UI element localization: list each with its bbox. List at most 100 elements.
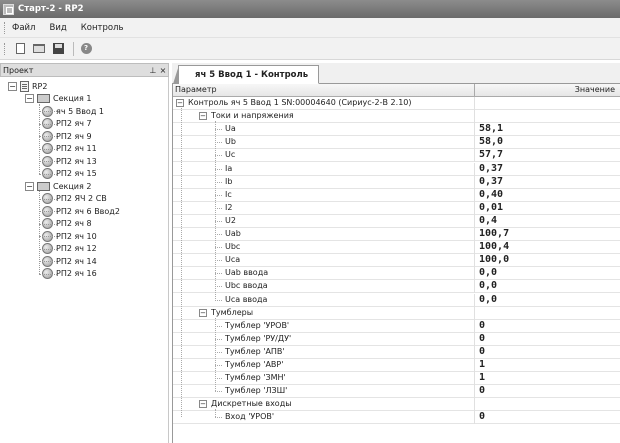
parameter-row[interactable]: Ub 58,0 (173, 136, 620, 150)
parameter-row[interactable]: Ia 0,37 (173, 162, 620, 176)
save-button[interactable] (50, 41, 66, 57)
menu-file[interactable]: Файл (12, 23, 35, 33)
open-button[interactable] (31, 41, 47, 57)
help-icon: ? (80, 43, 92, 54)
tree-connector (215, 168, 222, 170)
toolbar-grip (4, 42, 6, 55)
parameter-name: Тумблер 'УРОВ' (225, 320, 290, 330)
tree-connector (39, 236, 57, 237)
collapse-toggle[interactable]: − (176, 99, 184, 107)
tree-connector (215, 181, 222, 183)
tree-connector (39, 191, 40, 274)
tree-section[interactable]: − Секция 1 (25, 93, 91, 105)
group-row[interactable]: − Дискретные входы (173, 398, 620, 412)
tree-connector (39, 136, 57, 137)
collapse-toggle[interactable]: − (25, 181, 34, 191)
column-divider (474, 280, 475, 294)
parameter-row[interactable]: U2 0,4 (173, 214, 620, 228)
collapse-toggle[interactable]: − (199, 112, 207, 121)
group-row[interactable]: − Тумблеры (173, 306, 620, 320)
menu-bar: Файл Вид Контроль (0, 18, 620, 38)
parameter-row[interactable]: Uab ввода 0,0 (173, 267, 620, 281)
tree-connector (39, 248, 57, 250)
column-divider[interactable] (474, 84, 475, 97)
parameter-row[interactable]: Uca 100,0 (173, 254, 620, 268)
column-divider (474, 372, 475, 386)
parameter-name: Uca (225, 255, 241, 265)
new-button[interactable] (12, 41, 28, 57)
pin-icon[interactable]: ⊥ (148, 66, 158, 75)
parameter-row[interactable]: Тумблер 'УРОВ' 0 (173, 319, 620, 333)
project-panel-header: Проект ⊥ × (0, 63, 169, 77)
tree-connector (215, 417, 222, 419)
tree-connector (215, 207, 222, 209)
parameter-value: 0,01 (479, 201, 504, 213)
parameter-row[interactable]: Uc 57,7 (173, 149, 620, 163)
parameter-row[interactable]: Тумблер 'РУ/ДУ' 0 (173, 332, 620, 346)
parameter-row[interactable]: Тумблер 'ЗМН' 1 (173, 372, 620, 386)
tree-label: РП2 яч 10 (56, 231, 97, 241)
column-header-parameter[interactable]: Параметр (175, 85, 217, 94)
column-divider (474, 306, 475, 320)
tab-control[interactable]: яч 5 Ввод 1 - Контроль (172, 65, 320, 84)
tree-label: РП2 яч 15 (56, 169, 97, 178)
menu-grip (4, 21, 6, 34)
menu-control[interactable]: Контроль (81, 23, 124, 33)
column-divider (474, 97, 475, 110)
tree-connector (215, 286, 222, 288)
help-button[interactable]: ? (78, 41, 94, 57)
parameter-value: 0 (479, 411, 486, 423)
parameter-row[interactable]: Uca ввода 0,0 (173, 293, 620, 307)
parameter-row[interactable]: I2 0,01 (173, 201, 620, 215)
column-divider (474, 188, 475, 202)
parameter-value: 0 (479, 332, 486, 344)
tree-connector (39, 148, 57, 150)
parameter-row[interactable]: Ubc 100,4 (173, 241, 620, 255)
parameter-row[interactable]: Ubc ввода 0,0 (173, 280, 620, 294)
parameter-name: Ic (225, 189, 232, 199)
grid-header: Параметр Значение (173, 84, 620, 97)
parameter-row[interactable]: Тумблер 'АВР' 1 (173, 359, 620, 372)
parameter-name: Вход 'УРОВ' (225, 412, 275, 422)
parameter-name: U2 (225, 215, 236, 225)
parameter-name: Ib (225, 176, 233, 186)
tab-bar: яч 5 Ввод 1 - Контроль (172, 63, 620, 84)
collapse-toggle[interactable]: − (199, 308, 207, 317)
parameter-row[interactable]: Ib 0,37 (173, 175, 620, 189)
column-divider (474, 241, 475, 255)
parameter-row[interactable]: Ua 58,1 (173, 123, 620, 137)
device-row[interactable]: − Контроль яч 5 Ввод 1 SN:00004640 (Сириу… (173, 97, 620, 110)
tree-section[interactable]: − Секция 2 (25, 180, 91, 192)
column-divider (474, 110, 475, 124)
tree-label: РП2 яч 9 (56, 131, 92, 141)
tree-label: РП2 яч 13 (56, 156, 97, 166)
menu-view[interactable]: Вид (49, 23, 66, 33)
collapse-toggle[interactable]: − (8, 81, 17, 91)
close-icon[interactable]: × (158, 66, 168, 75)
tree-label: яч 5 Ввод 1 (56, 106, 104, 116)
parameter-row[interactable]: Тумблер 'ЛЗШ' 0 (173, 385, 620, 399)
parameter-name: Ia (225, 163, 233, 173)
tree-label: РП2 яч 16 (56, 269, 97, 278)
tree-connector (215, 378, 222, 380)
column-divider (474, 201, 475, 215)
parameter-value: 0,0 (479, 267, 498, 279)
parameter-row[interactable]: Uab 100,7 (173, 228, 620, 241)
parameter-row[interactable]: Вход 'УРОВ' 0 (173, 411, 620, 425)
tree-connector (39, 223, 57, 225)
tree-connector (39, 103, 40, 174)
tree-label: РП2 яч 8 (56, 219, 92, 228)
collapse-toggle[interactable]: − (199, 400, 207, 409)
parameter-name: Тумблер 'РУ/ДУ' (225, 333, 292, 343)
parameter-name: Тумблер 'ЛЗШ' (225, 386, 288, 396)
collapse-toggle[interactable]: − (25, 94, 34, 103)
tree-connector (39, 173, 57, 175)
tree-label: РП2 яч 12 (56, 244, 97, 253)
tree-root[interactable]: − RP2 (8, 80, 47, 92)
tree-connector (215, 142, 222, 144)
parameter-row[interactable]: Ic 0,40 (173, 188, 620, 202)
column-header-value[interactable]: Значение (575, 85, 615, 94)
tree-connector (215, 273, 222, 275)
parameter-row[interactable]: Тумблер 'АПВ' 0 (173, 345, 620, 359)
group-row[interactable]: − Токи и напряжения (173, 110, 620, 124)
